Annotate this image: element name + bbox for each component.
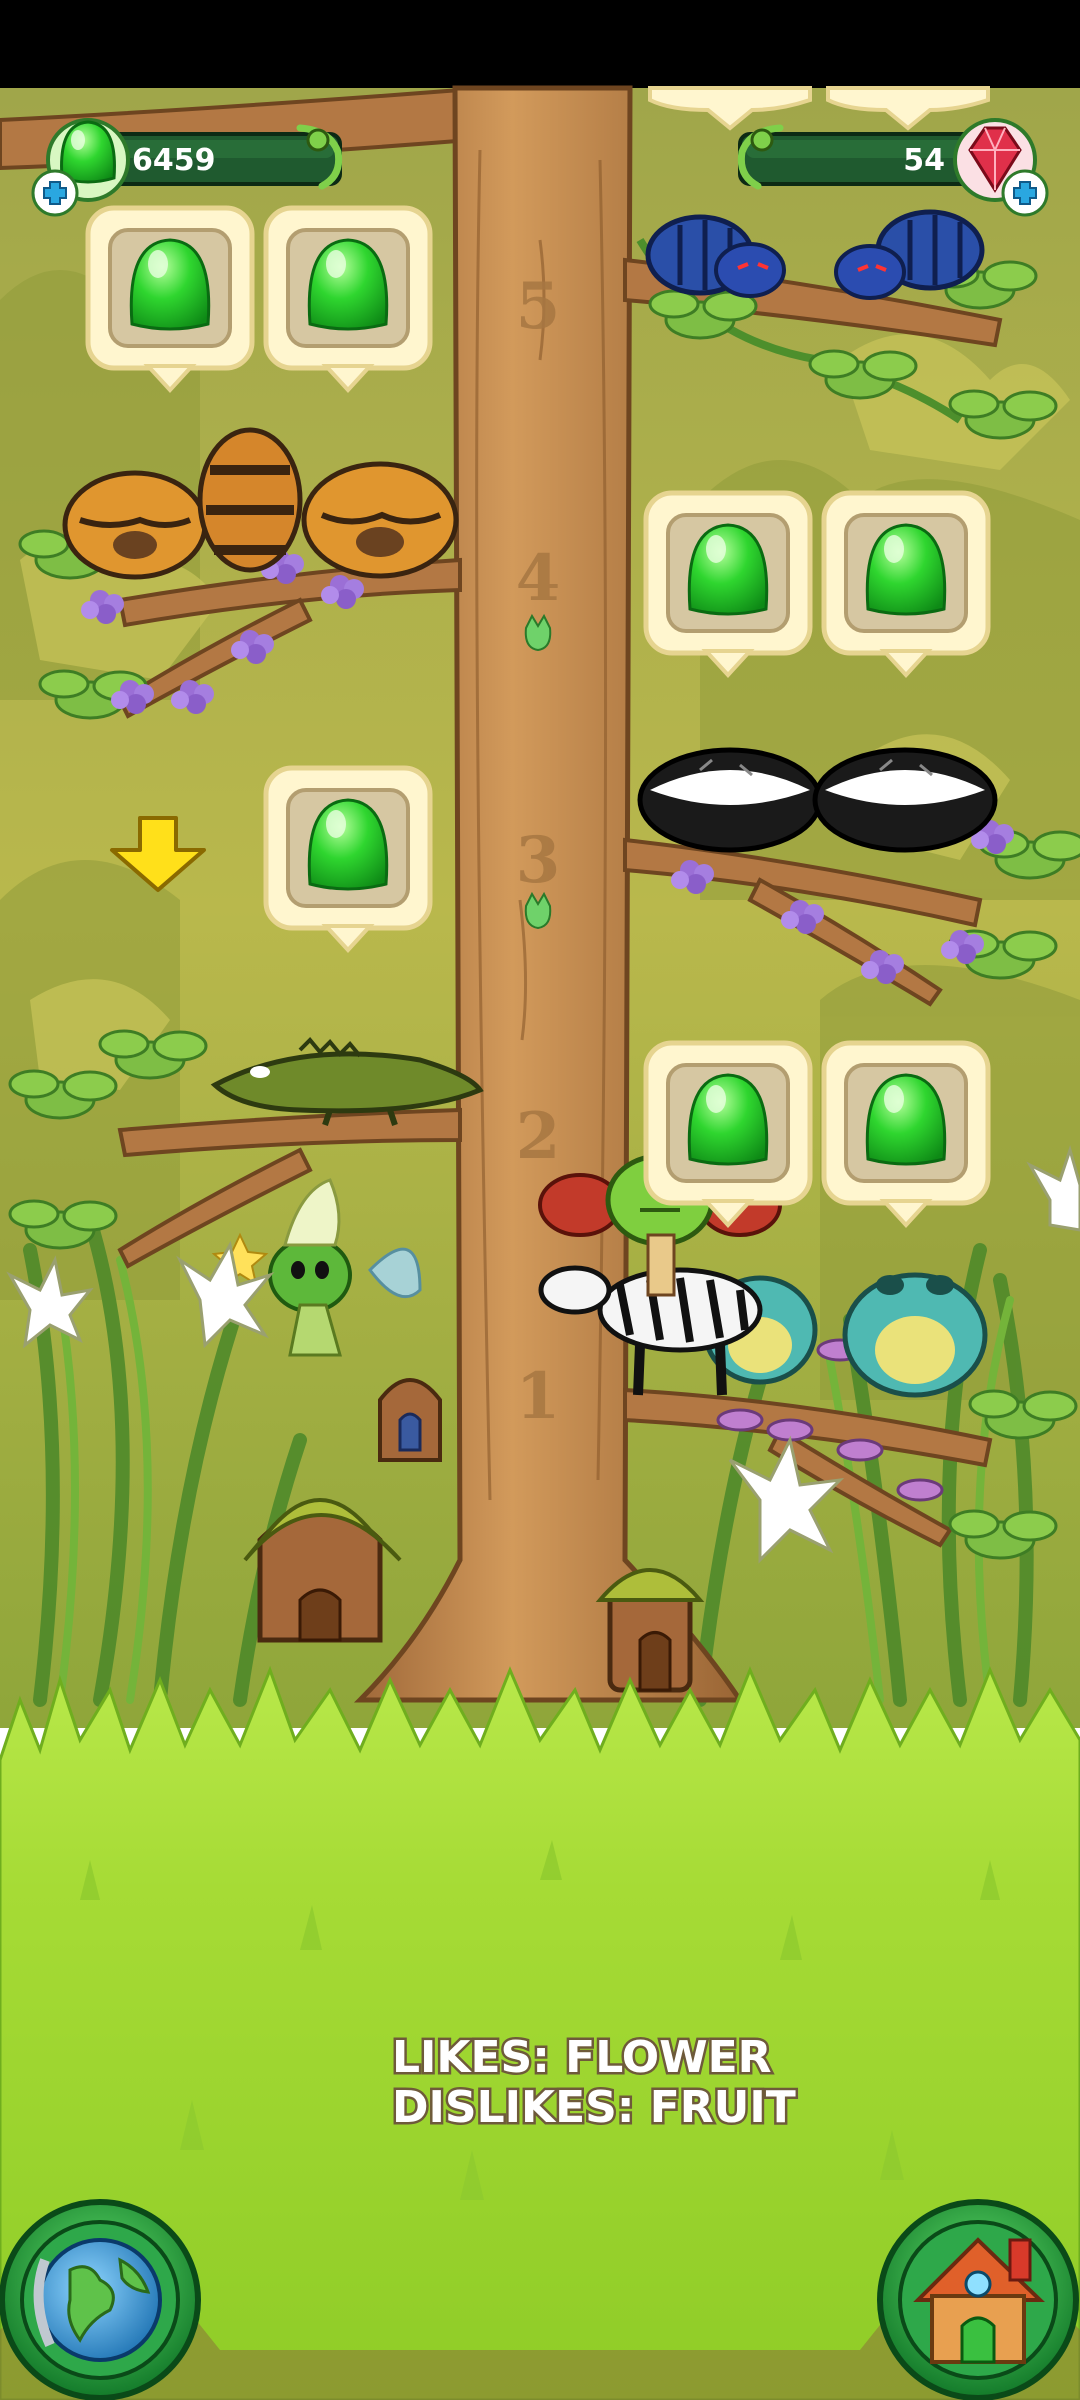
skunk-sleeping[interactable] [637, 747, 823, 853]
add-jelly-plus-icon[interactable] [31, 169, 79, 217]
fairy-house-small[interactable] [595, 1568, 705, 1693]
frog-blue[interactable] [842, 1272, 988, 1398]
level-marker-5: 5 [516, 269, 561, 344]
raccoon-sleeping[interactable] [301, 461, 459, 579]
jelly-collect-card[interactable] [88, 208, 252, 390]
gem-count: 54 [903, 143, 945, 178]
house-button[interactable] [877, 2199, 1079, 2400]
gem-counter[interactable]: 54 [737, 124, 992, 190]
level-marker-3: 3 [516, 823, 561, 898]
level-marker-1: 1 [516, 1359, 561, 1434]
raccoon-tail [197, 427, 303, 573]
level-marker-2: 2 [516, 1099, 561, 1174]
dislikes-text: DISLIKES: FRUIT [392, 2082, 796, 2133]
jelly-collect-card[interactable] [824, 493, 988, 675]
jelly-collect-card[interactable] [824, 1043, 988, 1225]
skunk-sleeping[interactable] [812, 747, 998, 853]
game-scene: 5 4 3 2 1 6459 54 LIKES: FLOWER DISLIKES… [0, 0, 1080, 2400]
likes-text: LIKES: FLOWER [392, 2032, 772, 2083]
jelly-collect-card[interactable] [266, 768, 430, 950]
raccoon-sleeping[interactable] [62, 470, 208, 580]
jelly-collect-card[interactable] [646, 1043, 810, 1225]
level-marker-4: 4 [516, 541, 561, 616]
add-gem-plus-icon[interactable] [1001, 169, 1049, 217]
jelly-count: 6459 [132, 143, 216, 178]
globe-icon [33, 2238, 162, 2362]
globe-button[interactable] [0, 2199, 201, 2400]
jelly-collect-card[interactable] [646, 493, 810, 675]
jelly-collect-card[interactable] [266, 208, 430, 390]
status-bar [0, 0, 1080, 88]
